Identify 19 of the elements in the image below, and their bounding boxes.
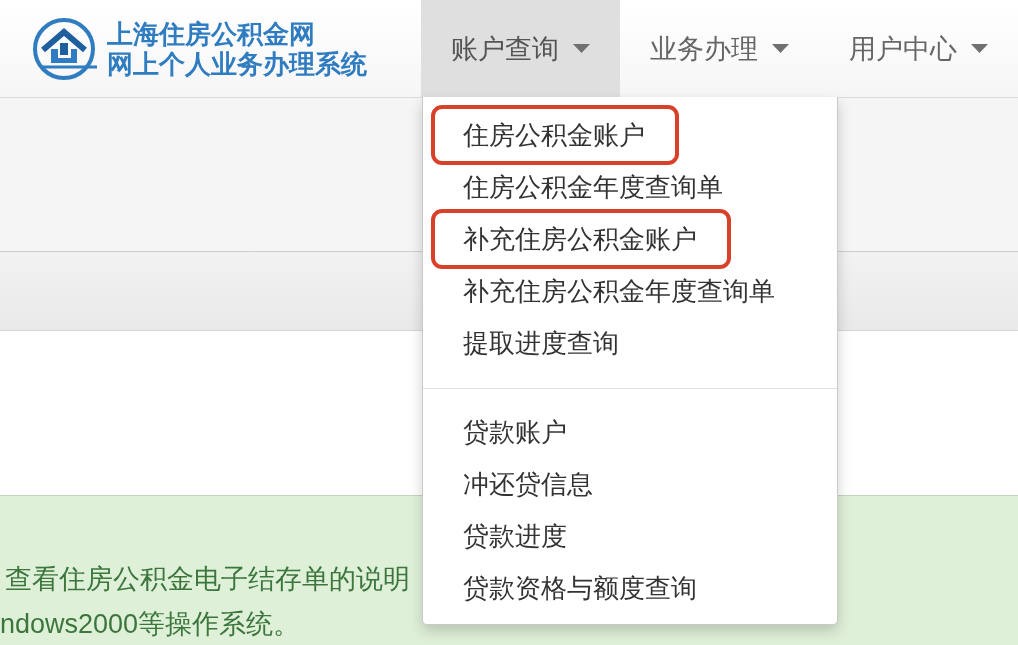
- menu-item[interactable]: 住房公积金账户: [431, 105, 679, 165]
- nav-menu-tab[interactable]: 账户查询: [421, 0, 620, 97]
- site-title: 上海住房公积金网: [107, 18, 316, 49]
- nav-menu-tab[interactable]: 用户中心: [819, 0, 1018, 97]
- menu-item[interactable]: 贷款账户: [431, 406, 601, 458]
- menu-item[interactable]: 补充住房公积金账户: [431, 209, 731, 269]
- menu-item[interactable]: 冲还贷信息: [431, 458, 627, 510]
- menu-item[interactable]: 贷款资格与额度查询: [431, 562, 731, 614]
- menu-item[interactable]: 提取进度查询: [431, 317, 653, 369]
- menu-item[interactable]: 贷款进度: [431, 510, 601, 562]
- caret-down-icon: [971, 44, 988, 53]
- site-logo[interactable]: 上海住房公积金网 网上个人业务办理系统: [0, 16, 367, 81]
- site-subtitle: 网上个人业务办理系统: [107, 48, 367, 79]
- nav-menu-tab[interactable]: 业务办理: [620, 0, 819, 97]
- house-logo-icon: [31, 16, 99, 81]
- notice-text: 查看住房公积金电子结存单的说明: [5, 563, 410, 596]
- caret-down-icon: [573, 44, 590, 53]
- notice-text: ndows2000等操作系统。: [0, 608, 301, 641]
- caret-down-icon: [772, 44, 789, 53]
